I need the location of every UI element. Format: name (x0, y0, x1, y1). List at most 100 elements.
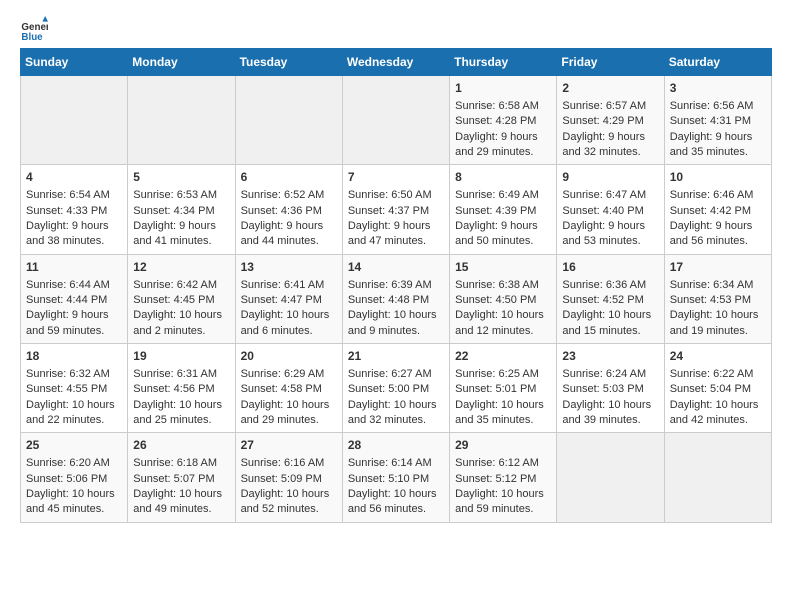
logo: General Blue (20, 16, 50, 44)
cell-content-line: Daylight: 10 hours and 32 minutes. (348, 398, 444, 429)
cell-content-line: Daylight: 9 hours and 50 minutes. (455, 219, 551, 250)
cell-content-line: Sunset: 4:28 PM (455, 114, 551, 129)
calendar-week-row: 25Sunrise: 6:20 AMSunset: 5:06 PMDayligh… (21, 433, 772, 522)
cell-content-line: Daylight: 9 hours and 56 minutes. (670, 219, 766, 250)
cell-content-line: Daylight: 9 hours and 59 minutes. (26, 308, 122, 339)
cell-content-line: Sunset: 4:36 PM (241, 204, 337, 219)
cell-content-line: Sunset: 4:47 PM (241, 293, 337, 308)
calendar-cell: 21Sunrise: 6:27 AMSunset: 5:00 PMDayligh… (342, 344, 449, 433)
calendar-cell: 24Sunrise: 6:22 AMSunset: 5:04 PMDayligh… (664, 344, 771, 433)
day-number: 13 (241, 259, 337, 276)
day-header-tuesday: Tuesday (235, 49, 342, 76)
calendar-cell: 8Sunrise: 6:49 AMSunset: 4:39 PMDaylight… (450, 165, 557, 254)
calendar-cell (557, 433, 664, 522)
day-header-saturday: Saturday (664, 49, 771, 76)
cell-content-line: Sunset: 5:07 PM (133, 472, 229, 487)
cell-content-line: Sunset: 4:34 PM (133, 204, 229, 219)
calendar-cell: 23Sunrise: 6:24 AMSunset: 5:03 PMDayligh… (557, 344, 664, 433)
calendar-cell: 3Sunrise: 6:56 AMSunset: 4:31 PMDaylight… (664, 76, 771, 165)
cell-content-line: Sunset: 4:39 PM (455, 204, 551, 219)
day-number: 27 (241, 437, 337, 454)
day-number: 26 (133, 437, 229, 454)
cell-content-line: Sunrise: 6:50 AM (348, 188, 444, 203)
cell-content-line: Sunrise: 6:29 AM (241, 367, 337, 382)
calendar-cell: 15Sunrise: 6:38 AMSunset: 4:50 PMDayligh… (450, 254, 557, 343)
cell-content-line: Sunrise: 6:54 AM (26, 188, 122, 203)
day-number: 2 (562, 80, 658, 97)
calendar-cell: 5Sunrise: 6:53 AMSunset: 4:34 PMDaylight… (128, 165, 235, 254)
cell-content-line: Sunrise: 6:52 AM (241, 188, 337, 203)
cell-content-line: Daylight: 9 hours and 35 minutes. (670, 130, 766, 161)
header: General Blue (20, 16, 772, 44)
cell-content-line: Daylight: 10 hours and 15 minutes. (562, 308, 658, 339)
cell-content-line: Sunrise: 6:32 AM (26, 367, 122, 382)
cell-content-line: Sunrise: 6:56 AM (670, 99, 766, 114)
calendar-body: 1Sunrise: 6:58 AMSunset: 4:28 PMDaylight… (21, 76, 772, 523)
calendar-cell: 4Sunrise: 6:54 AMSunset: 4:33 PMDaylight… (21, 165, 128, 254)
cell-content-line: Daylight: 10 hours and 22 minutes. (26, 398, 122, 429)
cell-content-line: Daylight: 10 hours and 39 minutes. (562, 398, 658, 429)
cell-content-line: Sunset: 4:53 PM (670, 293, 766, 308)
cell-content-line: Daylight: 9 hours and 41 minutes. (133, 219, 229, 250)
cell-content-line: Sunset: 4:58 PM (241, 382, 337, 397)
day-header-thursday: Thursday (450, 49, 557, 76)
cell-content-line: Sunset: 4:29 PM (562, 114, 658, 129)
day-number: 21 (348, 348, 444, 365)
cell-content-line: Sunrise: 6:41 AM (241, 278, 337, 293)
calendar-cell: 20Sunrise: 6:29 AMSunset: 4:58 PMDayligh… (235, 344, 342, 433)
cell-content-line: Daylight: 10 hours and 2 minutes. (133, 308, 229, 339)
cell-content-line: Daylight: 9 hours and 38 minutes. (26, 219, 122, 250)
cell-content-line: Sunset: 4:52 PM (562, 293, 658, 308)
calendar-cell (21, 76, 128, 165)
cell-content-line: Daylight: 9 hours and 29 minutes. (455, 130, 551, 161)
cell-content-line: Sunrise: 6:20 AM (26, 456, 122, 471)
cell-content-line: Sunrise: 6:31 AM (133, 367, 229, 382)
day-number: 28 (348, 437, 444, 454)
cell-content-line: Sunset: 4:48 PM (348, 293, 444, 308)
calendar-cell (664, 433, 771, 522)
day-number: 24 (670, 348, 766, 365)
cell-content-line: Sunset: 5:10 PM (348, 472, 444, 487)
cell-content-line: Sunset: 4:50 PM (455, 293, 551, 308)
day-number: 7 (348, 169, 444, 186)
day-header-wednesday: Wednesday (342, 49, 449, 76)
day-number: 6 (241, 169, 337, 186)
calendar-header-row: SundayMondayTuesdayWednesdayThursdayFrid… (21, 49, 772, 76)
cell-content-line: Sunset: 4:40 PM (562, 204, 658, 219)
cell-content-line: Sunrise: 6:16 AM (241, 456, 337, 471)
cell-content-line: Daylight: 10 hours and 59 minutes. (455, 487, 551, 518)
cell-content-line: Sunrise: 6:22 AM (670, 367, 766, 382)
cell-content-line: Sunrise: 6:57 AM (562, 99, 658, 114)
calendar-cell: 7Sunrise: 6:50 AMSunset: 4:37 PMDaylight… (342, 165, 449, 254)
cell-content-line: Sunset: 5:01 PM (455, 382, 551, 397)
day-number: 17 (670, 259, 766, 276)
svg-text:Blue: Blue (21, 32, 43, 43)
day-number: 5 (133, 169, 229, 186)
calendar-cell: 27Sunrise: 6:16 AMSunset: 5:09 PMDayligh… (235, 433, 342, 522)
calendar-cell: 25Sunrise: 6:20 AMSunset: 5:06 PMDayligh… (21, 433, 128, 522)
cell-content-line: Sunset: 4:42 PM (670, 204, 766, 219)
calendar-cell: 29Sunrise: 6:12 AMSunset: 5:12 PMDayligh… (450, 433, 557, 522)
calendar-cell: 1Sunrise: 6:58 AMSunset: 4:28 PMDaylight… (450, 76, 557, 165)
cell-content-line: Sunrise: 6:47 AM (562, 188, 658, 203)
calendar-cell: 18Sunrise: 6:32 AMSunset: 4:55 PMDayligh… (21, 344, 128, 433)
cell-content-line: Daylight: 9 hours and 44 minutes. (241, 219, 337, 250)
cell-content-line: Daylight: 9 hours and 32 minutes. (562, 130, 658, 161)
day-number: 1 (455, 80, 551, 97)
cell-content-line: Sunrise: 6:44 AM (26, 278, 122, 293)
calendar-cell: 14Sunrise: 6:39 AMSunset: 4:48 PMDayligh… (342, 254, 449, 343)
cell-content-line: Daylight: 10 hours and 19 minutes. (670, 308, 766, 339)
calendar-cell: 6 Sunrise: 6:52 AMSunset: 4:36 PMDaylight… (235, 165, 342, 254)
day-number: 29 (455, 437, 551, 454)
calendar-week-row: 18Sunrise: 6:32 AMSunset: 4:55 PMDayligh… (21, 344, 772, 433)
day-header-friday: Friday (557, 49, 664, 76)
cell-content-line: Sunset: 4:37 PM (348, 204, 444, 219)
cell-content-line: Daylight: 10 hours and 25 minutes. (133, 398, 229, 429)
day-number: 22 (455, 348, 551, 365)
day-number: 16 (562, 259, 658, 276)
cell-content-line: Sunrise: 6:42 AM (133, 278, 229, 293)
day-number: 15 (455, 259, 551, 276)
day-number: 23 (562, 348, 658, 365)
cell-content-line: Sunset: 5:00 PM (348, 382, 444, 397)
cell-content-line: Sunset: 5:09 PM (241, 472, 337, 487)
